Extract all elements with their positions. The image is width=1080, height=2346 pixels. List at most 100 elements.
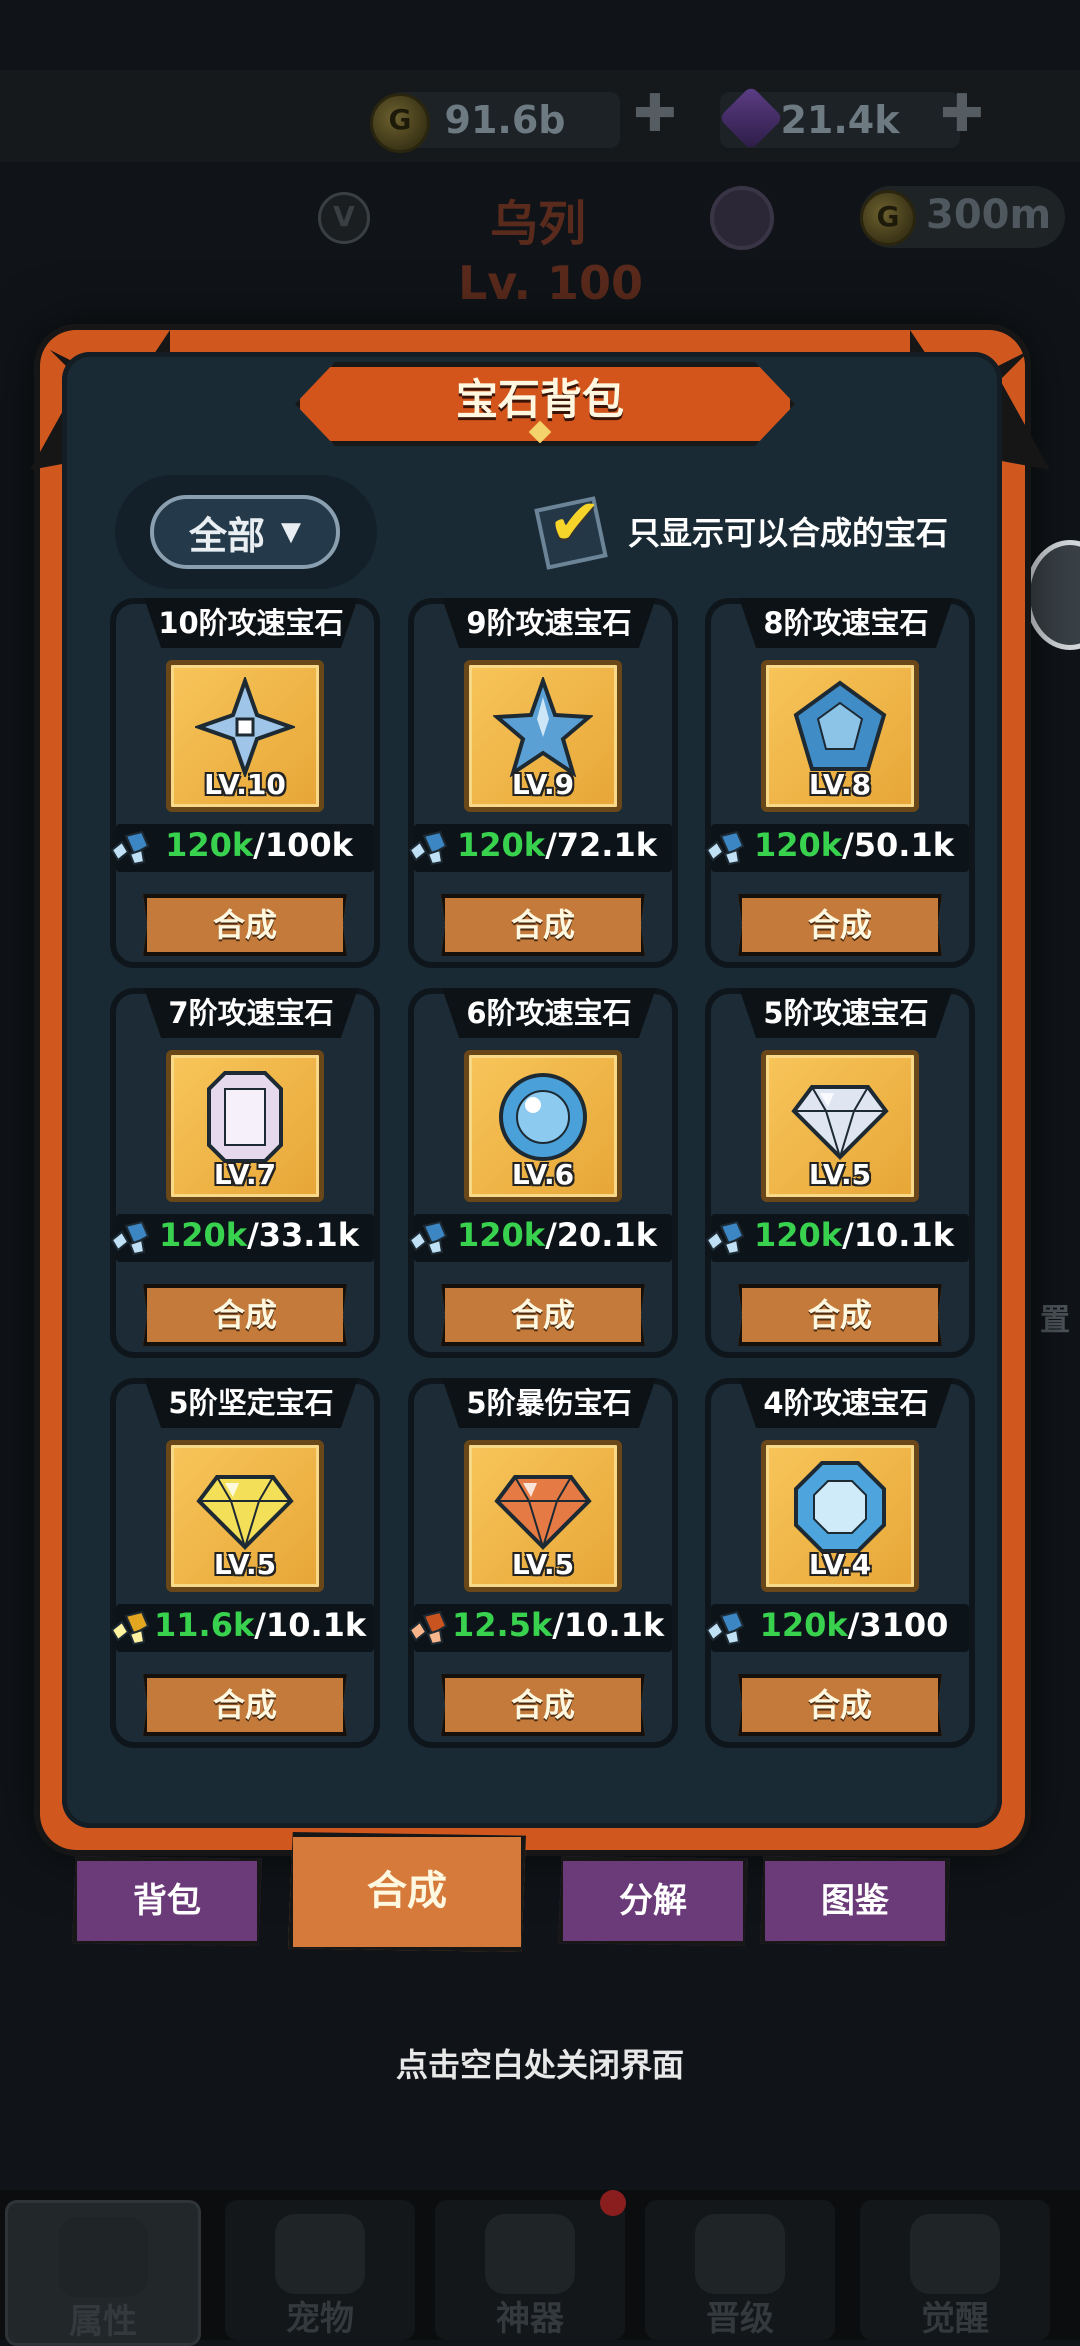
hero-level: Lv. 100 (458, 256, 644, 310)
gem-card[interactable]: 7阶攻速宝石 LV.7 120k/33.1k 合成 (110, 988, 380, 1358)
nav-promote-label: 晋级 (706, 2299, 774, 2339)
gem-icon-frame[interactable]: LV.9 (464, 660, 622, 812)
nav-attributes[interactable]: 属性 (5, 2200, 201, 2346)
nav-promote[interactable]: 晋级 (645, 2200, 835, 2340)
diamond-gem-icon (494, 1475, 592, 1551)
nav-awaken[interactable]: 觉醒 (860, 2200, 1050, 2340)
gem-name: 5阶暴伤宝石 (442, 1378, 656, 1428)
gem-card[interactable]: 6阶攻速宝石 LV.6 120k/20.1k 合成 (408, 988, 678, 1358)
nav-artifacts[interactable]: 神器 (435, 2200, 625, 2340)
merge-button[interactable]: 合成 (441, 1284, 645, 1346)
side-expand-arrow-icon[interactable] (1025, 540, 1080, 650)
tab-decompose[interactable]: 分解 (558, 1856, 748, 1946)
gem-card[interactable]: 4阶攻速宝石 LV.4 120k/3100 合成 (705, 1378, 975, 1748)
gem-shard-icon (110, 1220, 150, 1256)
gem-card[interactable]: 5阶攻速宝石 LV.5 120k/10.1k 合成 (705, 988, 975, 1358)
shard-count-row: 120k/3100 (705, 1604, 969, 1652)
nav-awaken-label: 觉醒 (921, 2299, 989, 2339)
gold-amount: 91.6b (444, 98, 566, 142)
add-gold-button[interactable]: ✚ (633, 84, 677, 144)
nav-pets[interactable]: 宠物 (225, 2200, 415, 2340)
shard-owned: 120k (165, 826, 254, 864)
add-gems-button[interactable]: ✚ (940, 84, 984, 144)
artifact-icon (485, 2214, 575, 2294)
tab-codex[interactable]: 图鉴 (760, 1856, 950, 1946)
gem-icon-frame[interactable]: LV.5 (761, 1050, 919, 1202)
shard-count-row: 11.6k/10.1k (110, 1604, 374, 1652)
gem-shard-icon (110, 1610, 150, 1646)
notification-dot (600, 2190, 626, 2216)
tab-bag[interactable]: 背包 (72, 1856, 262, 1946)
shard-owned: 120k (159, 1216, 248, 1254)
gem-icon-frame[interactable]: LV.10 (166, 660, 324, 812)
shard-count-row: 120k/33.1k (110, 1214, 374, 1262)
hero-name: 乌列 (490, 196, 587, 252)
tab-decompose-label: 分解 (619, 1881, 687, 1921)
tab-merge[interactable]: 合成 (288, 1832, 526, 1952)
gem-level: LV.5 (808, 1158, 872, 1191)
merge-button[interactable]: 合成 (738, 894, 942, 956)
gem-level: LV.4 (808, 1548, 872, 1581)
merge-button[interactable]: 合成 (441, 894, 645, 956)
shard-required: 3100 (859, 1606, 949, 1644)
merge-button[interactable]: 合成 (738, 1674, 942, 1736)
merge-button[interactable]: 合成 (143, 894, 347, 956)
gem-card[interactable]: 5阶坚定宝石 LV.5 11.6k/10.1k 合成 (110, 1378, 380, 1748)
shard-count: 120k/50.1k (754, 826, 954, 864)
merge-button[interactable]: 合成 (143, 1674, 347, 1736)
pentagon-gem-icon (793, 680, 887, 771)
gem-card[interactable]: 8阶攻速宝石 LV.8 120k/50.1k 合成 (705, 598, 975, 968)
gem-name: 7阶攻速宝石 (144, 988, 358, 1038)
close-hint[interactable]: 点击空白处关闭界面 (0, 2040, 1080, 2086)
vip-icon[interactable]: V (318, 192, 370, 244)
gem-card[interactable]: 5阶暴伤宝石 LV.5 12.5k/10.1k 合成 (408, 1378, 678, 1748)
shard-owned: 120k (457, 826, 546, 864)
coin-reward-amount: 300m (926, 192, 1052, 238)
shard-count-row: 120k/20.1k (408, 1214, 672, 1262)
gem-level: LV.7 (213, 1158, 277, 1191)
merge-button[interactable]: 合成 (143, 1284, 347, 1346)
gem-shard-icon (705, 1610, 745, 1646)
tab-codex-label: 图鉴 (821, 1881, 889, 1921)
gem-icon-frame[interactable]: LV.5 (166, 1440, 324, 1592)
gem-shard-icon (110, 830, 150, 866)
shard-owned: 120k (754, 1216, 843, 1254)
chevron-down-icon: ▼ (281, 517, 301, 547)
shard-count: 11.6k/10.1k (154, 1606, 367, 1644)
gem-level: LV.5 (511, 1548, 575, 1581)
merge-button[interactable]: 合成 (441, 1674, 645, 1736)
gem-level: LV.10 (204, 768, 286, 801)
filter-dropdown[interactable]: 全部 ▼ (150, 495, 340, 569)
shard-count: 120k/10.1k (754, 1216, 954, 1254)
shard-owned: 11.6k (154, 1606, 255, 1644)
panel-title: 宝石背包 (455, 375, 624, 424)
paw-icon (275, 2214, 365, 2294)
merge-button[interactable]: 合成 (738, 1284, 942, 1346)
gem-name: 8阶攻速宝石 (739, 598, 953, 648)
cross-gem-icon (195, 677, 295, 777)
gem-shard-icon (408, 830, 448, 866)
gem-card[interactable]: 10阶攻速宝石 LV.10 120k/100k 合成 (110, 598, 380, 968)
gem-level: LV.5 (213, 1548, 277, 1581)
gem-name: 4阶攻速宝石 (739, 1378, 953, 1428)
settings-gear-icon[interactable] (710, 186, 774, 250)
gem-shard-icon (408, 1610, 448, 1646)
filter-dropdown-label: 全部 (188, 513, 265, 558)
shard-count: 12.5k/10.1k (452, 1606, 665, 1644)
gem-icon-frame[interactable]: LV.6 (464, 1050, 622, 1202)
nav-artifacts-label: 神器 (496, 2299, 564, 2339)
gem-name: 9阶攻速宝石 (442, 598, 656, 648)
nav-pets-label: 宠物 (286, 2299, 354, 2339)
gem-icon-frame[interactable]: LV.4 (761, 1440, 919, 1592)
tab-merge-label: 合成 (367, 1868, 447, 1914)
gem-card[interactable]: 9阶攻速宝石 LV.9 120k/72.1k 合成 (408, 598, 678, 968)
gem-icon-frame[interactable]: LV.5 (464, 1440, 622, 1592)
rank-icon (695, 2214, 785, 2294)
coin-reward-pill[interactable]: 300m (860, 186, 1065, 248)
shard-count: 120k/100k (165, 826, 353, 864)
gem-icon-frame[interactable]: LV.7 (166, 1050, 324, 1202)
shard-required: 10.1k (265, 1606, 367, 1644)
gem-icon-frame[interactable]: LV.8 (761, 660, 919, 812)
shard-count-row: 120k/100k (110, 824, 374, 872)
gem-name: 10阶攻速宝石 (144, 598, 358, 648)
